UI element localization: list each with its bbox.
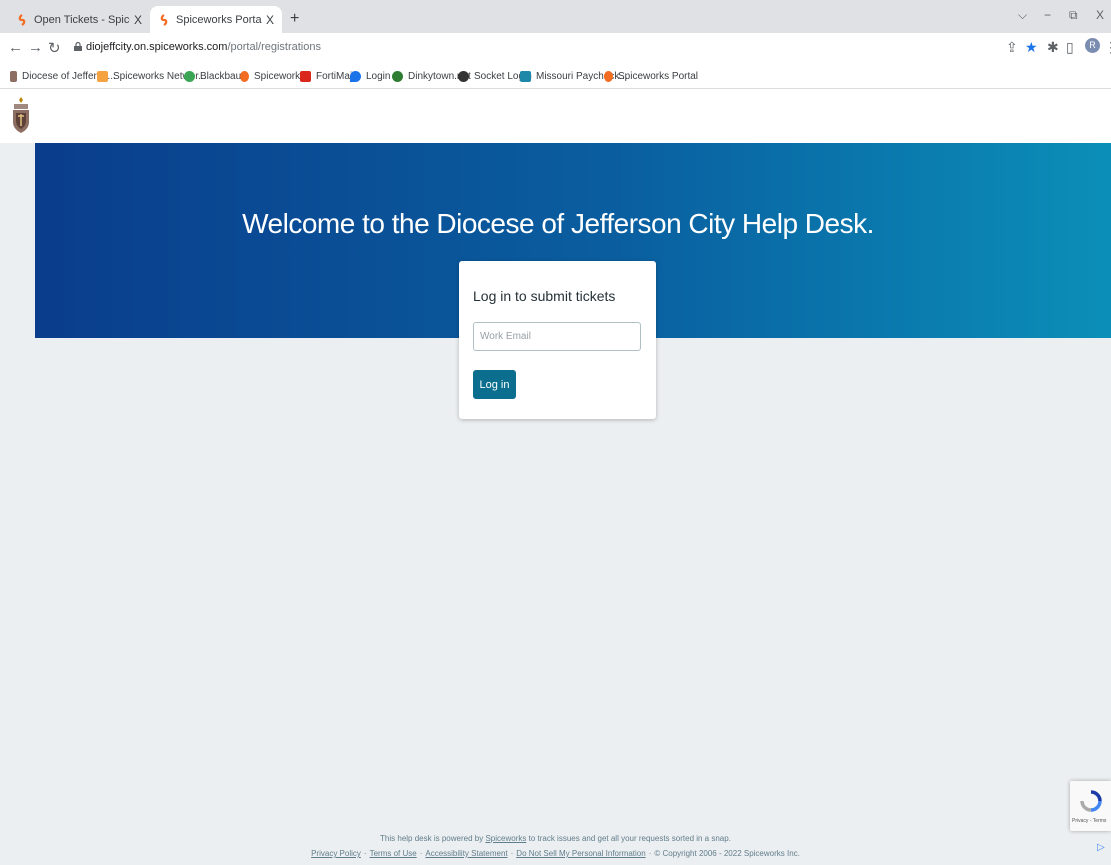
footer-text: This help desk is powered by [380,834,484,843]
minimize-button[interactable]: − [1044,8,1051,22]
logo-bar [0,89,1111,143]
login-pin-icon [350,70,361,82]
footer-powered-by: This help desk is powered by Spiceworks … [0,834,1111,843]
url-field[interactable]: diojeffcity.on.spiceworks.com/portal/reg… [86,41,321,53]
copyright-text: © Copyright 2006 - 2022 Spiceworks Inc. [654,849,800,858]
address-bar-row: ← → ↻ diojeffcity.on.spiceworks.com/port… [0,33,1111,63]
bookmark-label: Spiceworks [254,70,306,82]
diocese-crest-logo[interactable] [10,96,32,134]
bookmarks-bar: Diocese of Jefferso... Spiceworks Networ… [0,63,1111,89]
url-path: /portal/registrations [227,41,321,53]
work-email-input[interactable] [473,322,641,351]
spiceworks-icon [240,70,249,82]
spiceworks-icon [18,13,26,26]
separator: · [363,849,367,858]
page-content: Welcome to the Diocese of Jefferson City… [0,89,1111,865]
close-window-button[interactable]: X [1096,8,1104,22]
reload-icon[interactable]: ↻ [48,39,61,57]
bookmark-label: FortiMail [316,70,355,82]
bookmark-star-icon[interactable]: ★ [1025,39,1038,56]
lock-icon [74,42,82,51]
tab-close-icon[interactable]: X [134,13,142,27]
profile-avatar[interactable]: R [1085,38,1100,53]
spiceworks-network-icon [97,70,108,82]
separator: · [648,849,652,858]
bookmark-label: Spiceworks Portal [618,70,699,82]
fortimail-icon [300,70,311,82]
terms-of-use-link[interactable]: Terms of Use [370,849,417,858]
login-button[interactable]: Log in [473,370,516,399]
spiceworks-icon [160,13,168,26]
footer-links: Privacy Policy · Terms of Use · Accessibilit… [0,849,1111,858]
new-tab-button[interactable]: + [290,10,299,28]
separator: · [510,849,514,858]
separator: · [419,849,423,858]
login-card: Log in to submit tickets Log in [459,261,656,419]
paycheck-icon [520,70,531,82]
bookmark-blackbaud[interactable]: Blackbaud [184,68,247,84]
footer-text: to track issues and get all your request… [528,834,731,843]
spiceworks-link[interactable]: Spiceworks [485,834,526,843]
tab-search-icon[interactable]: ⌵ [1018,8,1027,23]
socket-icon [458,70,469,82]
bookmark-label: Login [366,70,391,82]
recaptcha-badge[interactable]: Privacy - Terms [1070,781,1111,831]
bookmark-login[interactable]: Login [350,68,390,84]
blackbaud-icon [184,70,195,82]
page-title: Welcome to the Diocese of Jefferson City… [242,207,874,239]
forward-icon[interactable]: → [28,39,43,56]
bookmark-spiceworks-portal[interactable]: Spiceworks Portal [604,68,698,84]
tab-title: Open Tickets - Spiceworks Help D [34,13,130,26]
url-domain: diojeffcity.on.spiceworks.com [86,41,228,53]
login-card-title: Log in to submit tickets [473,288,616,304]
restore-button[interactable]: ⧉ [1069,8,1078,23]
side-panel-icon[interactable]: ▯ [1066,39,1074,56]
privacy-policy-link[interactable]: Privacy Policy [311,849,361,858]
ad-choices-icon[interactable]: ▷ [1097,842,1109,854]
tab-close-icon[interactable]: X [266,13,274,27]
spiceworks-icon [604,70,613,82]
crest-icon [10,70,17,82]
dinkytown-icon [392,70,403,82]
do-not-sell-link[interactable]: Do Not Sell My Personal Information [516,849,645,858]
tab-open-tickets[interactable]: Open Tickets - Spiceworks Help D X [8,6,150,33]
share-icon[interactable]: ⇪ [1006,39,1018,56]
accessibility-statement-link[interactable]: Accessibility Statement [425,849,507,858]
bookmark-spiceworks[interactable]: Spiceworks [240,68,305,84]
bookmark-fortimail[interactable]: FortiMail [300,68,354,84]
tab-title: Spiceworks Portal [176,13,262,26]
back-icon[interactable]: ← [8,39,23,56]
tab-spiceworks-portal[interactable]: Spiceworks Portal X [150,6,282,33]
extensions-icon[interactable]: ✱ [1047,39,1059,56]
tab-strip: Open Tickets - Spiceworks Help D X Spice… [0,0,1111,33]
menu-icon[interactable]: ⋮ [1104,39,1111,56]
recaptcha-icon [1080,790,1102,812]
recaptcha-privacy-terms[interactable]: Privacy - Terms [1072,818,1106,824]
